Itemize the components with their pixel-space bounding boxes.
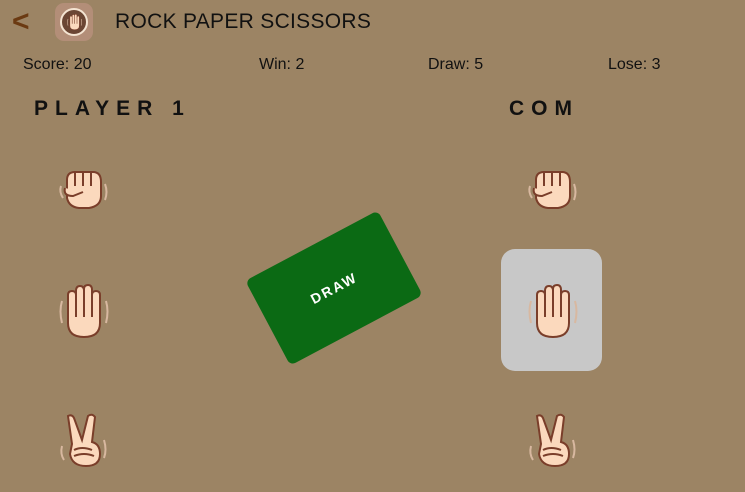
page-title: ROCK PAPER SCISSORS [115, 10, 372, 33]
player-rock-button[interactable] [53, 158, 113, 218]
player-label: PLAYER 1 [34, 97, 191, 120]
com-rock-choice [522, 158, 582, 218]
scissors-icon [521, 410, 581, 470]
result-card: DRAW [245, 210, 423, 366]
paper-icon [52, 281, 112, 341]
player-scissors-button[interactable] [52, 410, 112, 470]
rock-icon [522, 158, 582, 218]
com-label: COM [509, 97, 579, 120]
back-button[interactable]: < [12, 7, 36, 37]
result-label: DRAW [307, 269, 361, 307]
scissors-icon [52, 410, 112, 470]
com-scissors-choice [521, 410, 581, 470]
app-logo-icon [55, 3, 93, 41]
lose-stat: Lose: 3 [608, 56, 661, 73]
rock-icon [53, 158, 113, 218]
paper-icon [521, 281, 581, 341]
draw-stat: Draw: 5 [428, 56, 484, 73]
score-stat: Score: 20 [23, 56, 92, 73]
player-paper-button[interactable] [52, 281, 112, 341]
com-paper-choice [521, 281, 581, 341]
win-stat: Win: 2 [259, 56, 305, 73]
